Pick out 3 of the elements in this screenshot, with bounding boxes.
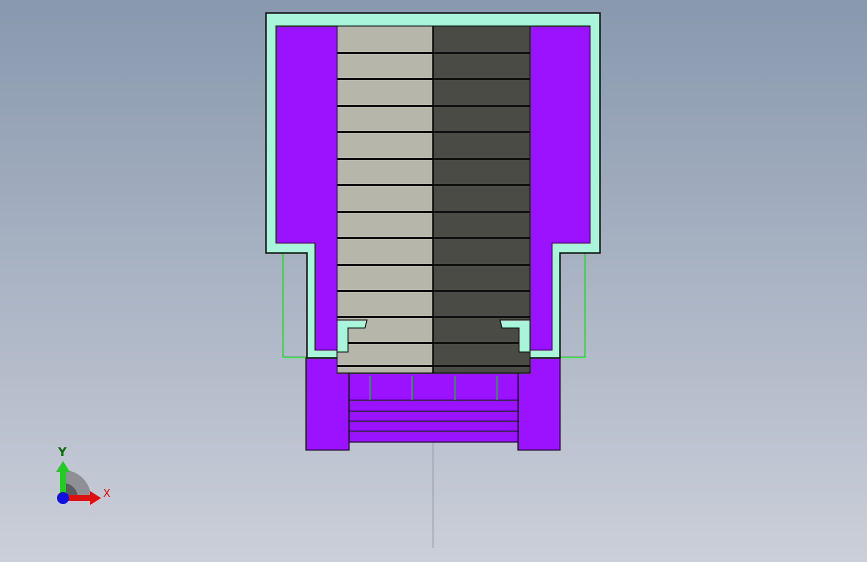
y-axis-label: Y — [58, 445, 67, 459]
x-axis-label: X — [103, 487, 111, 500]
axis-triad-icon — [56, 461, 101, 505]
